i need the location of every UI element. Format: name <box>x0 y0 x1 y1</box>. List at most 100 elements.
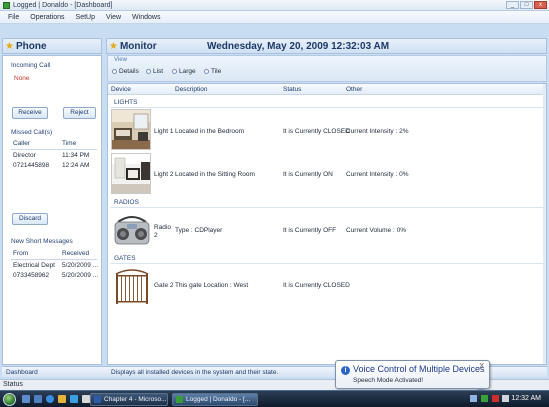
bedroom-photo <box>111 109 151 150</box>
taskbar: Chapter 4 - Microso... Logged | Donaldo … <box>0 390 549 407</box>
device-description: This gate Location : West <box>175 282 249 289</box>
sms-row-from[interactable]: 0733458962 <box>13 272 49 279</box>
missed-calls-title: Missed Call(s) <box>11 129 53 136</box>
app-icon <box>3 1 10 9</box>
radio-icon <box>204 69 209 74</box>
window-controls: _ □ x <box>506 1 547 9</box>
window-titlebar: Logged | Donaldo - [Dashboard] _ □ x <box>0 0 549 11</box>
minimize-button[interactable]: _ <box>506 1 519 9</box>
col-other[interactable]: Other <box>346 86 362 93</box>
col-description[interactable]: Description <box>175 86 208 93</box>
notification-title: Voice Control of Multiple Devices <box>353 364 485 374</box>
phone-header: ★ Phone <box>2 38 102 54</box>
view-radio-label: Details <box>119 68 139 75</box>
window-title: Logged | Donaldo - [Dashboard] <box>13 1 113 9</box>
start-button[interactable] <box>3 393 16 406</box>
missed-col-caller: Caller <box>13 140 30 147</box>
radio-cd-player-image <box>111 209 151 250</box>
menu-operations[interactable]: Operations <box>30 14 64 21</box>
missed-row-time[interactable]: 11:34 PM <box>62 152 89 159</box>
group-divider <box>110 207 544 208</box>
receive-button[interactable]: Receive <box>12 107 48 119</box>
notification-close-button[interactable]: X <box>479 363 484 370</box>
scrollbar[interactable] <box>543 84 546 364</box>
menu-file[interactable]: File <box>8 14 19 21</box>
footer-dashboard-label: Dashboard <box>6 369 38 376</box>
volume-icon[interactable] <box>502 395 509 402</box>
view-options-box: View Details List Large Tile <box>107 55 547 82</box>
notification-balloon[interactable]: i Voice Control of Multiple Devices Spee… <box>335 360 490 394</box>
incoming-call-value: None <box>14 75 30 82</box>
menu-windows[interactable]: Windows <box>132 14 160 21</box>
sms-col-from: From <box>13 250 29 257</box>
close-button[interactable]: x <box>534 1 547 9</box>
divider <box>11 149 97 150</box>
sms-row-from[interactable]: Electrical Dept <box>13 262 55 269</box>
group-label-radios: RADIOS <box>114 199 139 206</box>
media-icon[interactable] <box>82 395 90 403</box>
discard-button[interactable]: Discard <box>12 213 48 225</box>
status-text: Status <box>3 381 23 388</box>
datetime-display: Wednesday, May 20, 2009 12:32:03 AM <box>206 40 390 52</box>
sms-row-received[interactable]: 5/20/2009 ... <box>62 272 98 279</box>
device-name[interactable]: Radio 2 <box>154 224 171 240</box>
taskbar-item-label: Logged | Donaldo - [... <box>186 396 251 403</box>
device-name[interactable]: Gate 2 <box>154 282 174 289</box>
col-status[interactable]: Status <box>283 86 301 93</box>
sms-title: New Short Messages <box>11 238 73 245</box>
ie-icon[interactable] <box>70 395 78 403</box>
device-list: Device Description Status Other LIGHTS L… <box>107 83 547 365</box>
sms-col-received: Received <box>62 250 90 257</box>
view-radio-list[interactable]: List <box>146 68 163 75</box>
device-list-header: Device Description Status Other <box>108 84 546 95</box>
missed-row-time[interactable]: 12:24 AM <box>62 162 89 169</box>
star-icon: ★ <box>109 40 118 52</box>
reject-button[interactable]: Reject <box>63 107 96 119</box>
device-other: Current Intensity : 0% <box>346 171 409 178</box>
view-radio-large[interactable]: Large <box>172 68 196 75</box>
menu-view[interactable]: View <box>106 14 121 21</box>
device-description: Located in the Sitting Room <box>175 171 255 178</box>
show-desktop-icon[interactable] <box>22 395 30 403</box>
clock[interactable]: 12:32 AM <box>511 395 541 402</box>
tray-arrow-icon[interactable] <box>470 395 477 402</box>
view-radio-label: Large <box>179 68 196 75</box>
taskbar-item-word[interactable]: Chapter 4 - Microso... <box>90 393 168 406</box>
device-name[interactable]: Light 1 <box>154 128 174 135</box>
menu-bar: File Operations SetUp View Windows <box>0 11 549 24</box>
folder-icon[interactable] <box>58 395 66 403</box>
device-description: Type : CDPlayer <box>175 227 223 234</box>
device-status: It is Currently CLOSED <box>283 282 350 289</box>
device-status: It is Currently ON <box>283 171 333 178</box>
notification-subtitle: Speech Mode Activated! <box>353 377 424 384</box>
missed-row-caller[interactable]: Director <box>13 152 36 159</box>
view-radio-tile[interactable]: Tile <box>204 68 221 75</box>
device-name[interactable]: Light 2 <box>154 171 174 178</box>
view-radio-details[interactable]: Details <box>112 68 139 75</box>
footer-description: Displays all installed devices in the sy… <box>111 369 279 376</box>
radio-icon <box>146 69 151 74</box>
menu-setup[interactable]: SetUp <box>76 14 95 21</box>
word-icon <box>94 396 101 403</box>
device-other: Current Intensity : 2% <box>346 128 409 135</box>
monitor-title: Monitor <box>119 40 157 52</box>
group-divider <box>110 263 544 264</box>
col-device[interactable]: Device <box>111 86 131 93</box>
incoming-call-title: Incoming Call <box>11 62 51 69</box>
app-icon <box>176 396 183 403</box>
browser-icon[interactable] <box>46 395 54 403</box>
device-description: Located in the Bedroom <box>175 128 245 135</box>
sitting-room-photo <box>111 153 151 194</box>
info-icon: i <box>341 366 350 375</box>
taskbar-item-label: Chapter 4 - Microso... <box>104 396 167 403</box>
view-label: View <box>114 57 127 63</box>
view-radio-label: List <box>153 68 164 75</box>
maximize-button[interactable]: □ <box>520 1 533 9</box>
switch-windows-icon[interactable] <box>34 395 42 403</box>
sms-row-received[interactable]: 5/20/2009 ... <box>62 262 98 269</box>
missed-row-caller[interactable]: 0721445898 <box>13 162 49 169</box>
tray-app-icon[interactable] <box>481 395 488 402</box>
network-icon[interactable] <box>492 395 499 402</box>
taskbar-item-dashboard[interactable]: Logged | Donaldo - [... <box>172 393 258 406</box>
radio-icon <box>172 69 177 74</box>
